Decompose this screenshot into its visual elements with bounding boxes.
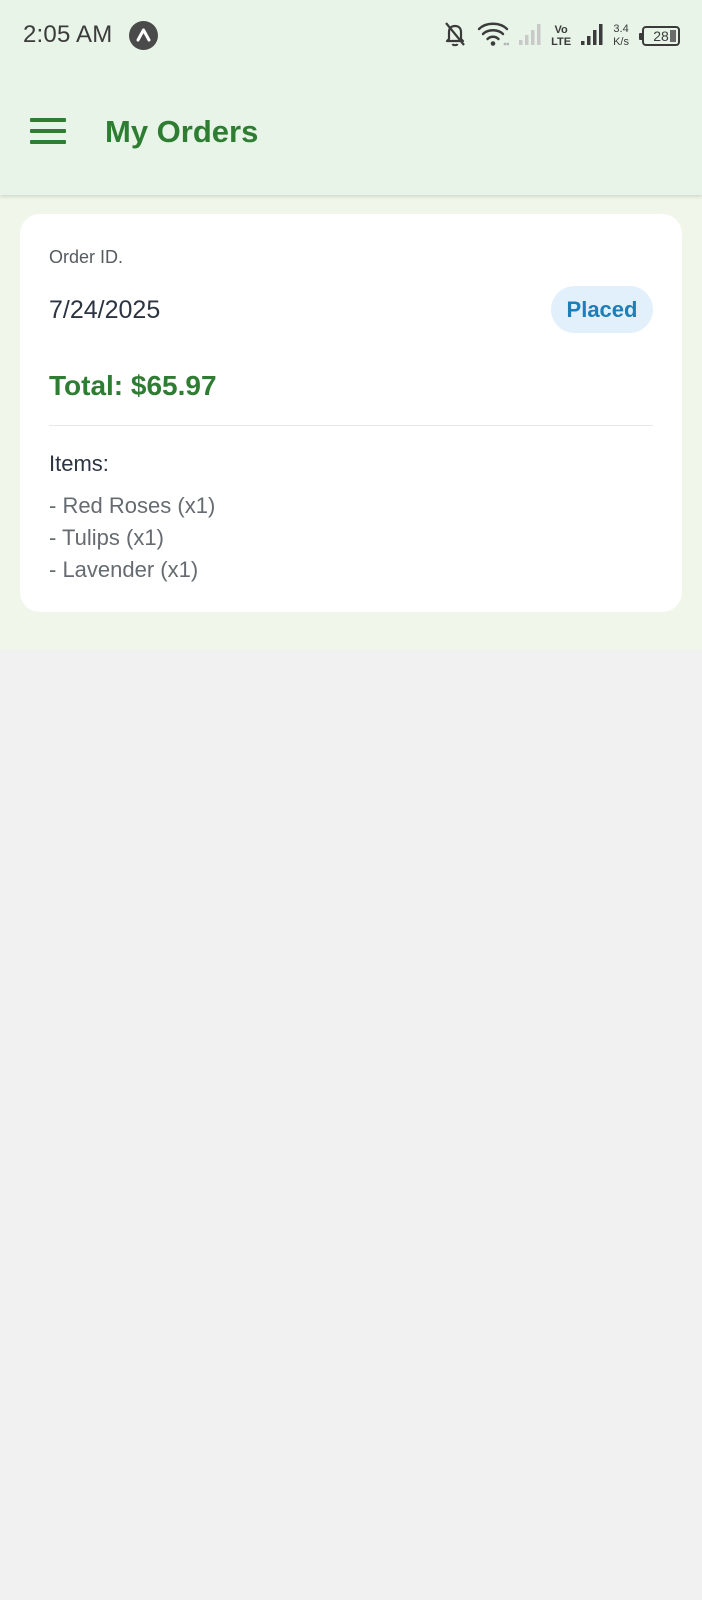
- page-title: My Orders: [105, 114, 259, 149]
- network-speed: 3.4 K/s: [613, 23, 629, 49]
- hamburger-menu-icon[interactable]: [26, 112, 70, 152]
- divider: [49, 425, 653, 426]
- order-id-value: [150, 252, 360, 264]
- volte-top-label: Vo: [554, 24, 568, 36]
- signal-icon: [580, 22, 604, 51]
- volte-bottom-label: LTE: [551, 36, 572, 48]
- arrow-up-icon: [129, 21, 158, 50]
- top-area: 2:05 AM Vo LTE 3.4 K/s 28 My Orders: [0, 0, 702, 195]
- list-item: - Lavender (x1): [49, 557, 199, 582]
- battery-level: 28: [653, 28, 669, 44]
- app-bar: My Orders: [0, 72, 702, 195]
- list-item: - Red Roses (x1): [49, 493, 216, 518]
- wifi-icon: [477, 21, 510, 52]
- volte-indicator: Vo LTE: [551, 24, 571, 48]
- status-badge: Placed: [551, 286, 653, 333]
- order-date: 7/24/2025: [49, 296, 161, 324]
- status-icons: Vo LTE 3.4 K/s 28: [442, 18, 680, 54]
- battery-icon: 28: [639, 26, 680, 46]
- battery-level-fill: [670, 30, 676, 42]
- items-heading: Items:: [49, 451, 109, 476]
- signal-weak-icon: [518, 22, 542, 51]
- network-speed-value: 3.4: [613, 23, 629, 35]
- network-speed-unit: K/s: [613, 36, 629, 48]
- status-bar: 2:05 AM Vo LTE 3.4 K/s 28: [0, 0, 702, 72]
- list-item: - Tulips (x1): [49, 525, 164, 550]
- order-total: Total: $65.97: [49, 370, 217, 401]
- items-list: - Red Roses (x1) - Tulips (x1) - Lavende…: [49, 490, 215, 586]
- status-time: 2:05 AM: [23, 21, 113, 48]
- notifications-off-icon: [442, 20, 468, 53]
- order-id-label: Order ID.: [49, 247, 124, 267]
- order-card[interactable]: Order ID. 7/24/2025 Placed Total: $65.97…: [20, 214, 682, 612]
